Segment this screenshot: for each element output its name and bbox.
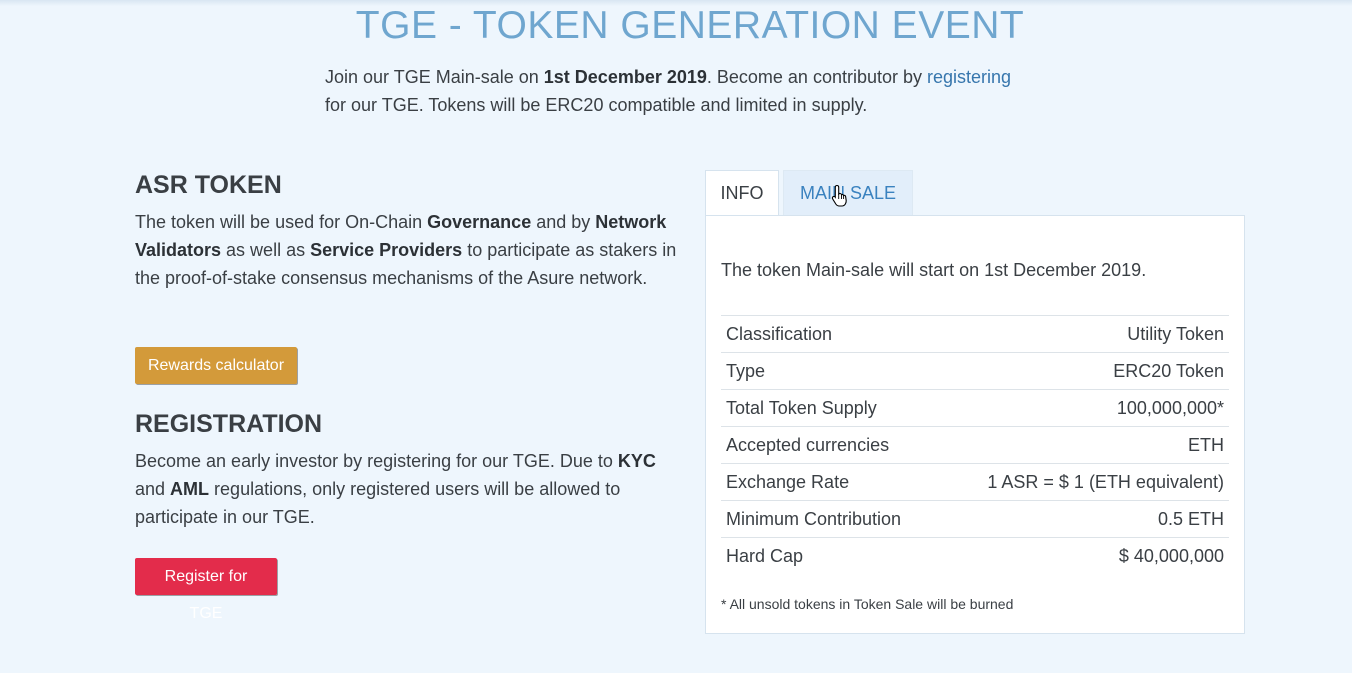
info-row-label: Type [721, 352, 939, 390]
register-for-tge-button[interactable]: Register for TGE [135, 558, 277, 622]
info-row: Accepted currencies ETH [721, 426, 1229, 464]
registration-heading: REGISTRATION [135, 410, 323, 438]
info-panel: The token Main-sale will start on 1st De… [705, 215, 1245, 634]
info-row-value: Utility Token [938, 315, 1229, 353]
asr-token-heading: ASR TOKEN [135, 171, 282, 199]
info-row: Hard Cap $ 40,000,000 [721, 537, 1229, 574]
info-row-value: $ 40,000,000 [938, 537, 1229, 574]
info-intro: The token Main-sale will start on 1st De… [721, 260, 1147, 280]
info-row-value: 100,000,000* [938, 389, 1229, 427]
info-row: Type ERC20 Token [721, 352, 1229, 390]
info-row-label: Accepted currencies [721, 426, 939, 464]
tab-info[interactable]: INFO [705, 170, 779, 216]
info-row-label: Classification [721, 315, 939, 353]
burn-footnote: * All unsold tokens in Token Sale will b… [721, 596, 1014, 612]
info-row-value: 1 ASR = $ 1 (ETH equivalent) [938, 463, 1229, 501]
info-row-value: ETH [938, 426, 1229, 464]
info-row: Classification Utility Token [721, 315, 1229, 353]
intro-text: Join our TGE Main-sale on 1st December 2… [325, 67, 1012, 115]
info-row-value: 0.5 ETH [938, 500, 1229, 538]
info-row: Exchange Rate 1 ASR = $ 1 (ETH equivalent… [721, 463, 1229, 501]
hand-cursor-icon [831, 184, 847, 207]
rewards-calculator-button[interactable]: Rewards calculator [135, 347, 297, 384]
info-row-label: Hard Cap [721, 537, 939, 574]
intro-date: 1st December 2019 [543, 67, 707, 87]
token-info-table: Classification Utility Token Type ERC20 Tok… [721, 315, 1229, 574]
page-title: TGE - TOKEN GENERATION EVENT [355, 4, 1025, 47]
asr-token-section: ASR TOKEN The token will be used for On-… [135, 168, 685, 292]
info-row: Minimum Contribution 0.5 ETH [721, 500, 1229, 538]
registration-section: REGISTRATION Become an early investor by… [135, 407, 685, 531]
info-row-label: Minimum Contribution [721, 500, 939, 538]
info-row: Total Token Supply 100,000,000* [721, 389, 1229, 427]
info-row-value: ERC20 Token [938, 352, 1229, 390]
registering-link[interactable]: registering [927, 67, 1011, 87]
registration-description: Become an early investor by registering … [135, 451, 656, 527]
info-row-label: Exchange Rate [721, 463, 939, 501]
info-row-label: Total Token Supply [721, 389, 939, 427]
asr-token-description: The token will be used for On-Chain Gove… [135, 212, 677, 288]
